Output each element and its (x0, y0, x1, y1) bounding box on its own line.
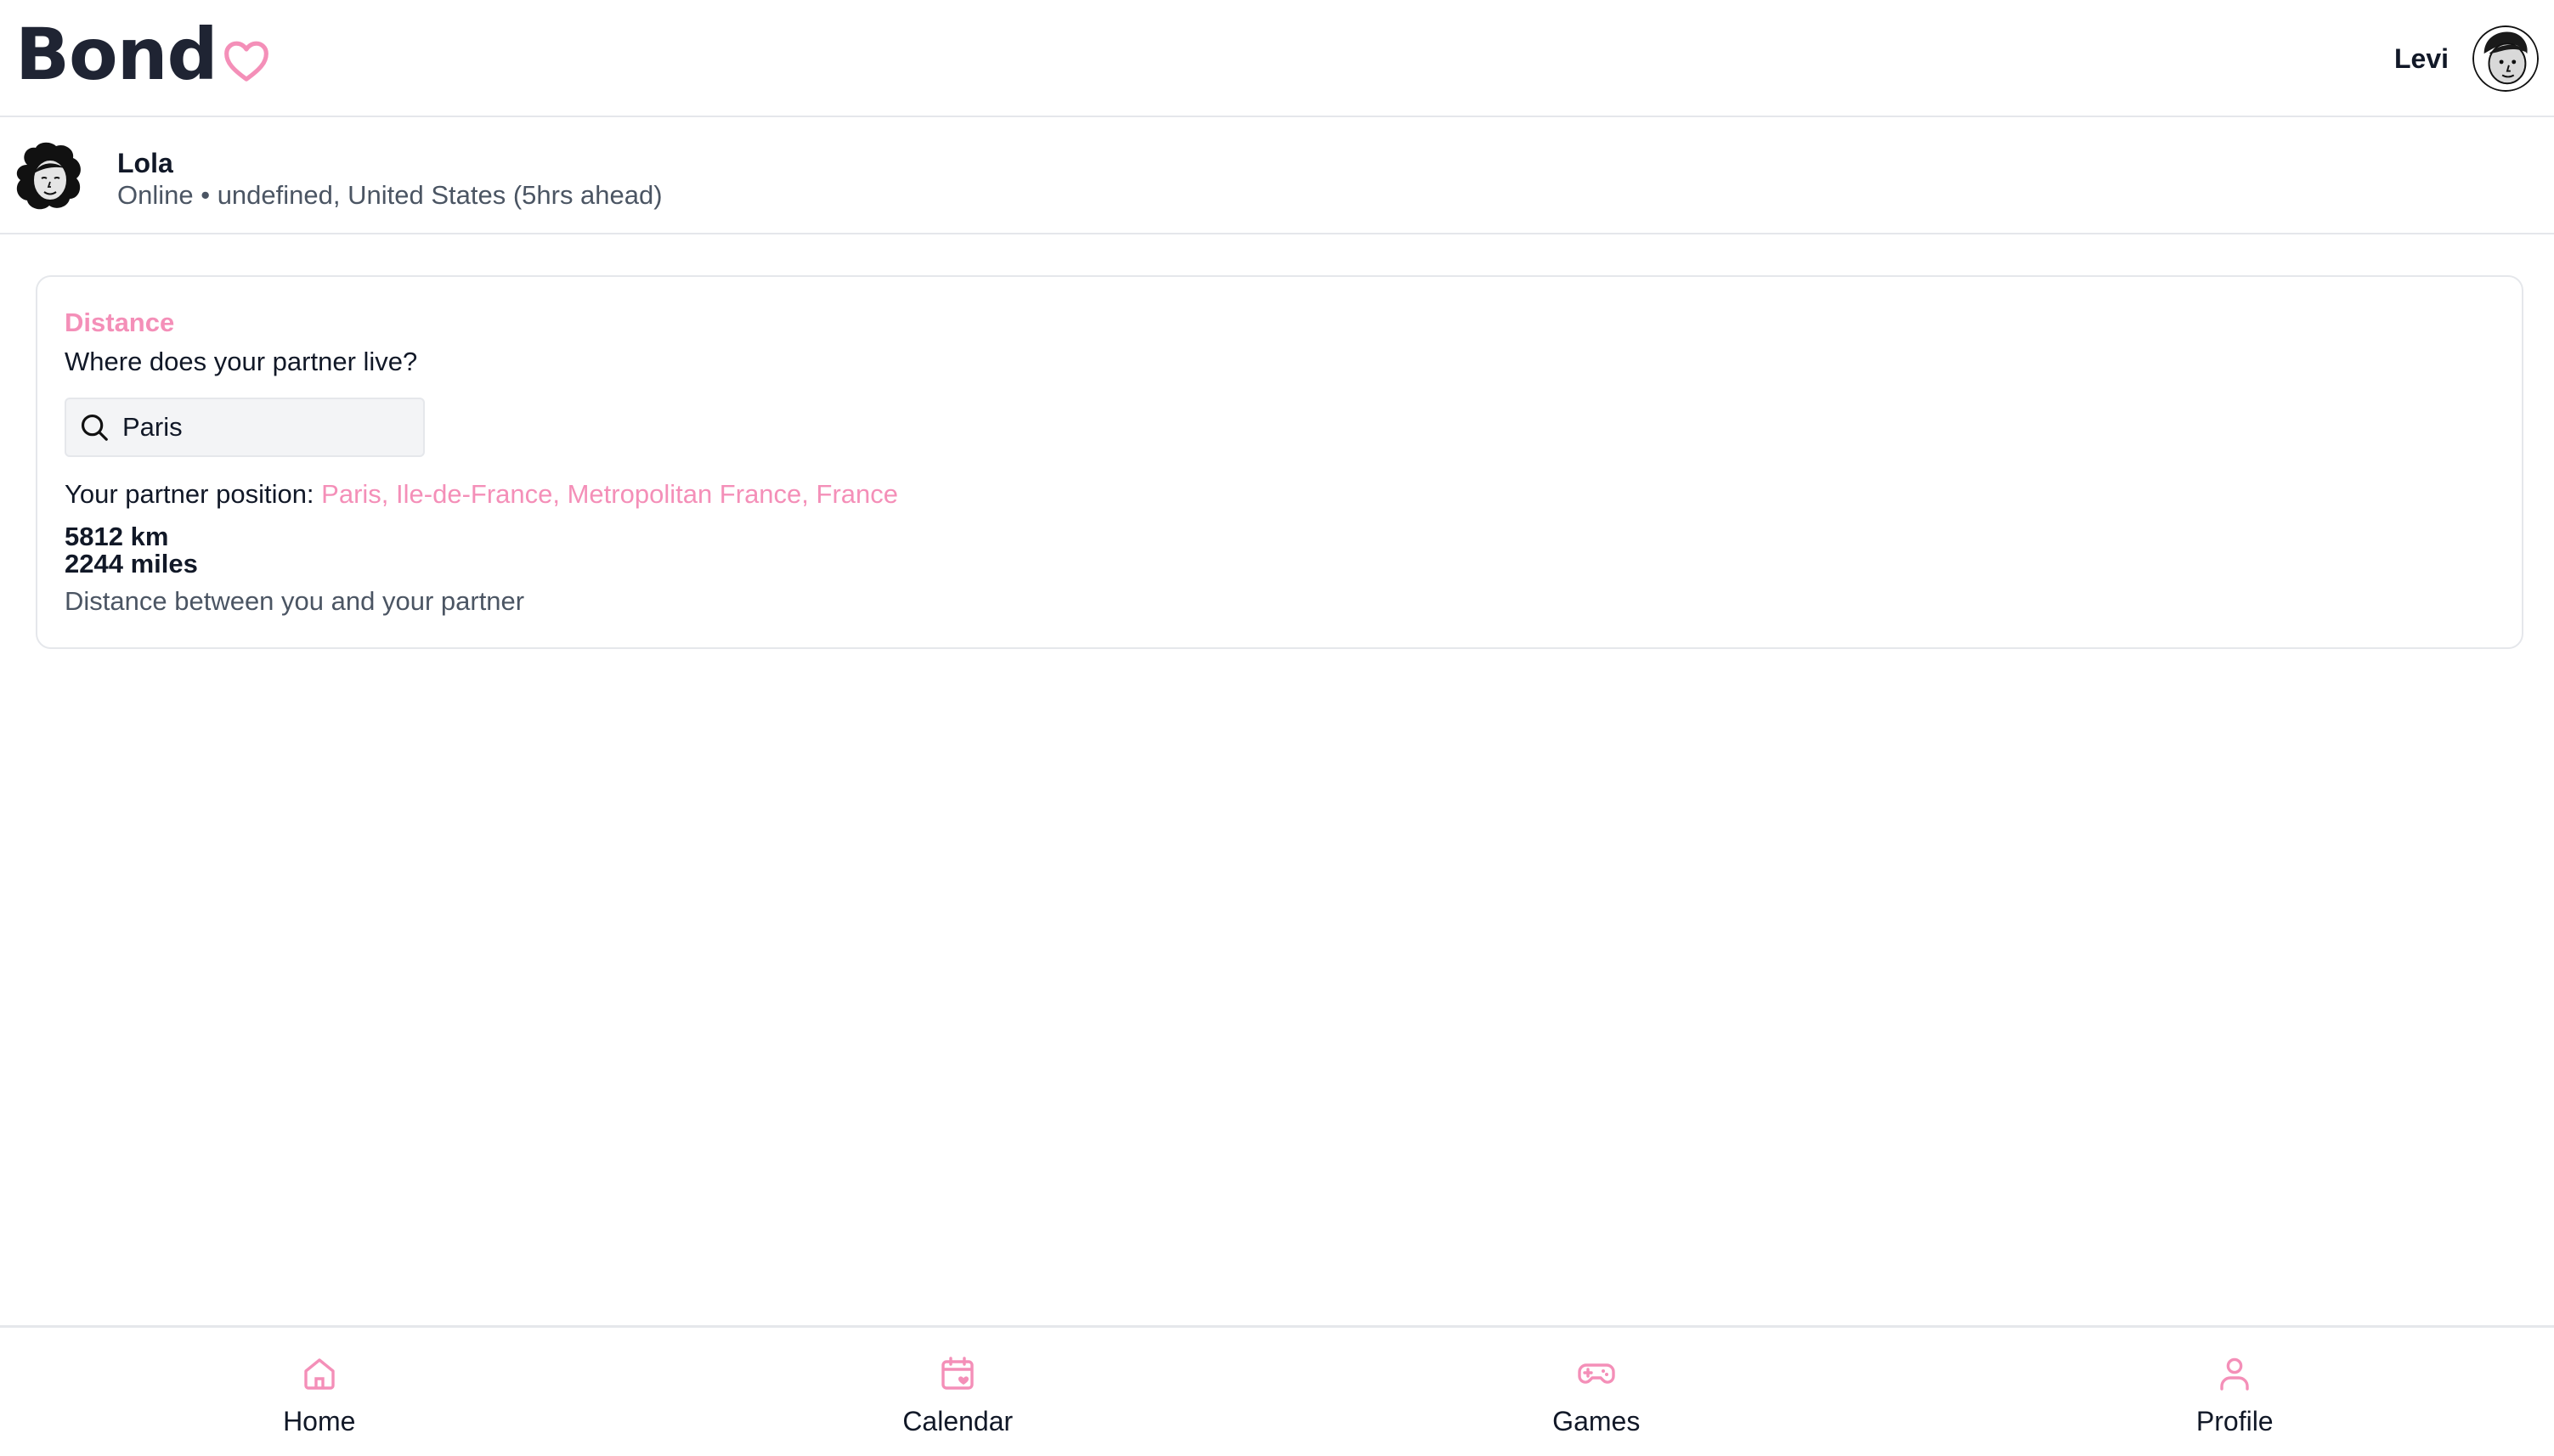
card-title: Distance (65, 308, 175, 337)
distance-card: Distance Where does your partner live? Y… (36, 275, 2523, 649)
nav-games[interactable]: Games (1277, 1328, 1916, 1456)
partner-avatar[interactable] (12, 139, 88, 216)
partner-position-value: Paris, Ile-de-France, Metropolitan Franc… (321, 479, 898, 509)
gamepad-icon (1578, 1363, 1615, 1384)
nav-profile[interactable]: Profile (1916, 1328, 2554, 1456)
nav-calendar[interactable]: Calendar (639, 1328, 1278, 1456)
nav-home[interactable]: Home (0, 1328, 639, 1456)
location-search-input[interactable] (122, 412, 411, 443)
search-icon (81, 414, 108, 441)
user-icon (2220, 1357, 2249, 1391)
user-menu[interactable]: Levi (2394, 25, 2539, 92)
heart-icon (223, 41, 268, 82)
distance-miles: 2244 miles (65, 549, 198, 578)
partner-status: Online • undefined, United States (5hrs … (117, 180, 663, 210)
distance-km: 5812 km (65, 522, 169, 551)
partner-name: Lola (117, 148, 173, 178)
user-avatar[interactable] (2472, 25, 2539, 92)
home-icon (304, 1358, 335, 1390)
location-search[interactable] (65, 398, 425, 457)
logo-text: Bond (15, 13, 218, 96)
app-root: Bond Levi Lola Online • undefined, Unite… (0, 0, 2554, 1456)
top-header: Bond Levi (0, 0, 2554, 117)
calendar-icon (941, 1357, 974, 1390)
nav-profile-label: Profile (2195, 1406, 2274, 1436)
partner-bar: Lola Online • undefined, United States (… (0, 117, 2554, 234)
app-logo[interactable]: Bond (15, 19, 270, 90)
user-name: Levi (2393, 42, 2449, 74)
nav-home-label: Home (283, 1406, 356, 1436)
partner-position-label: Your partner position: (65, 479, 314, 509)
distance-caption: Distance between you and your partner (65, 586, 525, 616)
bottom-nav: Home Calendar Games Profile (0, 1325, 2554, 1456)
card-question: Where does your partner live? (65, 347, 418, 376)
nav-calendar-label: Calendar (902, 1406, 1014, 1436)
nav-games-label: Games (1552, 1406, 1641, 1436)
partner-position: Your partner position: Paris, Ile-de-Fra… (65, 479, 898, 510)
